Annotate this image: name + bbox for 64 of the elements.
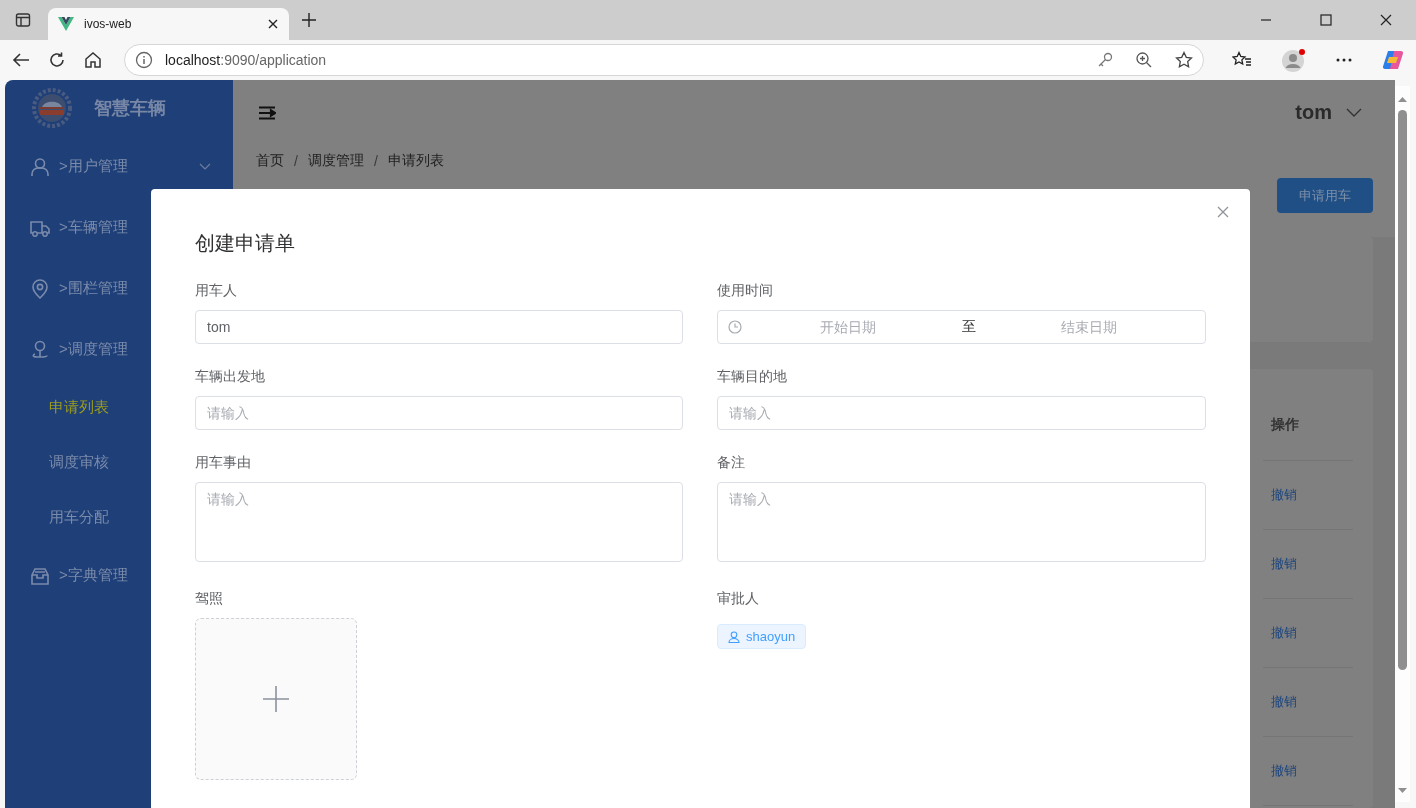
- chevron-down-icon: [199, 162, 211, 171]
- person-pin-icon: [30, 339, 50, 360]
- field-label: 车辆出发地: [195, 367, 266, 386]
- revoke-link[interactable]: 撤销: [1271, 624, 1297, 642]
- scrollbar[interactable]: [1395, 86, 1410, 802]
- tab-title: ivos-web: [84, 17, 133, 31]
- info-icon: [135, 51, 153, 69]
- approver-tag: shaoyun: [717, 624, 807, 649]
- url-text: localhost:9090/application: [165, 52, 328, 68]
- apply-button[interactable]: 申请用车: [1277, 178, 1373, 213]
- breadcrumb-link[interactable]: 首页: [256, 152, 284, 170]
- breadcrumb-separator: /: [373, 153, 378, 169]
- back-icon[interactable]: [12, 52, 30, 68]
- location-pin-icon: [30, 278, 50, 299]
- favorites-icon[interactable]: [1232, 51, 1252, 69]
- input-field[interactable]: tom: [195, 310, 683, 344]
- collapse-menu-icon[interactable]: [258, 105, 276, 120]
- revoke-link[interactable]: 撤销: [1271, 486, 1297, 504]
- tab-actions-icon[interactable]: [15, 12, 31, 28]
- home-icon[interactable]: [84, 51, 102, 69]
- address-bar[interactable]: localhost:9090/application: [124, 44, 1204, 76]
- breadcrumb-separator: /: [294, 153, 298, 169]
- close-icon[interactable]: [1380, 14, 1392, 26]
- input-field[interactable]: 请输入: [195, 396, 683, 430]
- field-label: 驾照: [195, 589, 224, 608]
- tray-icon: [30, 565, 50, 586]
- vue-logo-icon: [58, 17, 74, 31]
- field-label: 备注: [717, 453, 746, 472]
- field-label: 审批人: [717, 589, 760, 608]
- breadcrumb-link[interactable]: 申请列表: [387, 152, 444, 170]
- revoke-link[interactable]: 撤销: [1271, 555, 1297, 573]
- more-icon[interactable]: [1336, 58, 1352, 62]
- profile-avatar-icon[interactable]: [1282, 48, 1306, 72]
- field-label: 用车人: [195, 281, 238, 300]
- chevron-down-icon: [1346, 107, 1362, 118]
- user-icon: [30, 156, 50, 177]
- field-label: 使用时间: [717, 281, 774, 300]
- close-icon[interactable]: [267, 18, 279, 30]
- copilot-icon[interactable]: [1382, 49, 1404, 71]
- revoke-link[interactable]: 撤销: [1271, 762, 1297, 780]
- logo-icon: [32, 88, 72, 128]
- input-field[interactable]: 请输入: [717, 396, 1206, 430]
- table-header-cell: 操作: [1271, 415, 1299, 434]
- star-icon[interactable]: [1175, 51, 1193, 69]
- field-label: 用车事由: [195, 453, 252, 472]
- plus-icon[interactable]: [301, 12, 317, 28]
- text-area-field[interactable]: 请输入: [717, 482, 1206, 562]
- text-area-field[interactable]: 请输入: [195, 482, 683, 562]
- maximize-icon[interactable]: [1320, 14, 1332, 26]
- breadcrumb-link[interactable]: 调度管理: [307, 152, 364, 170]
- clock-icon: [728, 320, 742, 334]
- date-range-field[interactable]: 开始日期 至 结束日期: [717, 310, 1206, 344]
- dialog-title: 创建申请单: [195, 231, 296, 256]
- revoke-link[interactable]: 撤销: [1271, 693, 1297, 711]
- field-label: 车辆目的地: [717, 367, 788, 386]
- browser-tab[interactable]: ivos-web: [48, 8, 289, 40]
- user-menu[interactable]: tom: [1295, 101, 1362, 124]
- plus-icon: [262, 685, 290, 713]
- reload-icon[interactable]: [48, 51, 66, 69]
- menu-item[interactable]: >用户管理: [5, 136, 233, 197]
- app-title: 智慧车辆: [94, 97, 166, 120]
- user-icon: [728, 630, 740, 643]
- key-icon[interactable]: [1097, 52, 1113, 68]
- zoom-in-icon[interactable]: [1135, 51, 1153, 69]
